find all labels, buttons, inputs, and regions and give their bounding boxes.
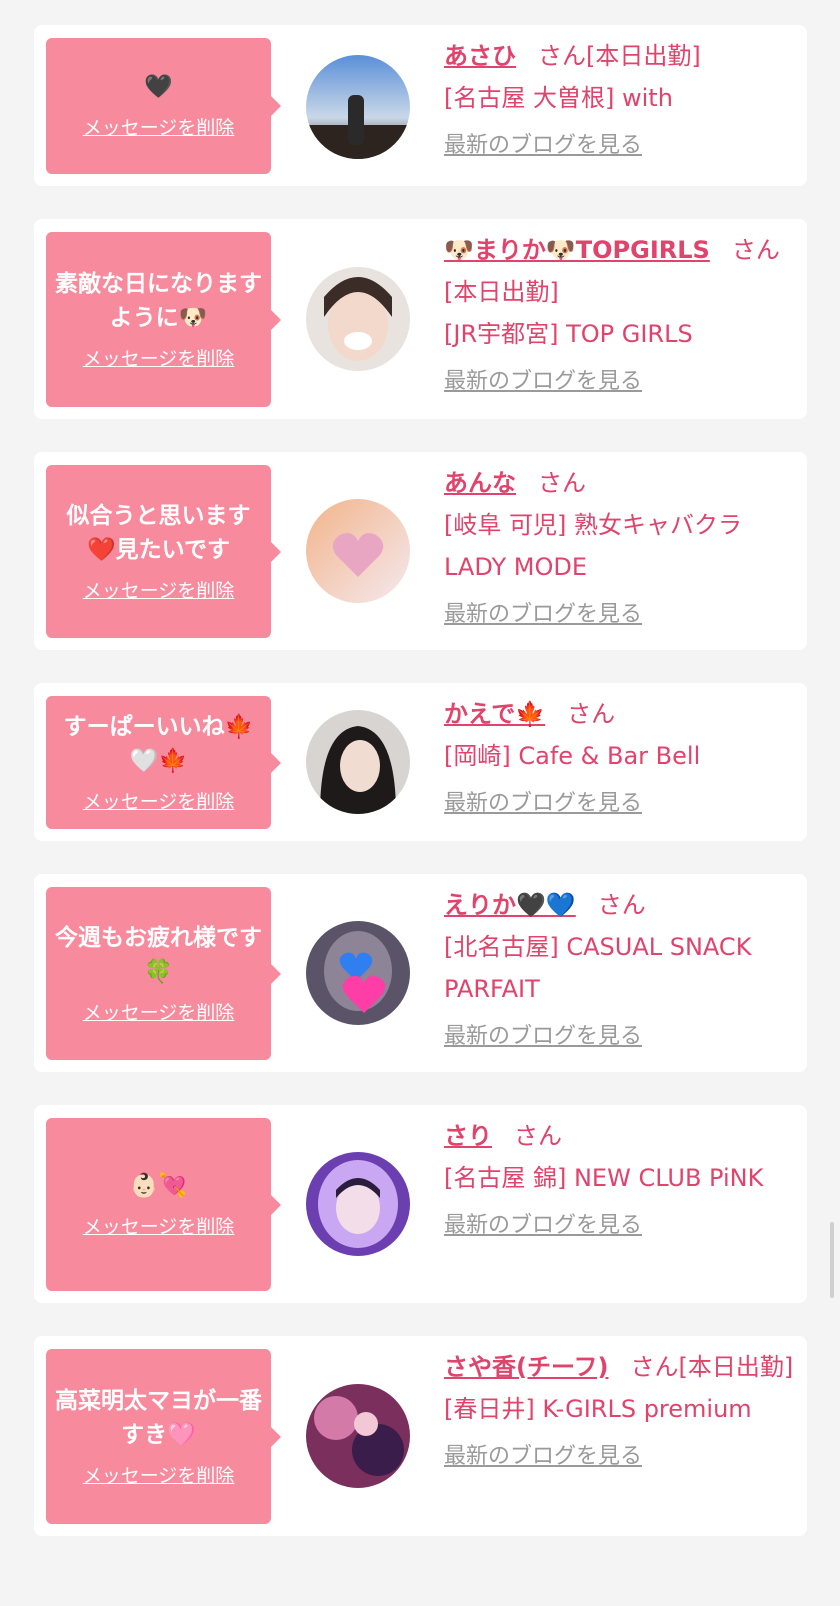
name-line: あさひ さん[本日出勤] <box>444 35 794 77</box>
status-text: [本日出勤] <box>586 42 701 70</box>
name-link[interactable]: 🐶まりか🐶TOPGIRLS <box>444 236 710 264</box>
blog-link[interactable]: 最新のブログを見る <box>444 1436 642 1478</box>
blog-link[interactable]: 最新のブログを見る <box>444 1205 642 1247</box>
delete-message-link[interactable]: メッセージを削除 <box>83 999 235 1027</box>
message-bubble: 🖤 メッセージを削除 <box>46 38 281 174</box>
message-bubble: 高菜明太マヨが一番すき🩷 メッセージを削除 <box>46 1349 281 1524</box>
blog-link[interactable]: 最新のブログを見る <box>444 361 642 403</box>
scrollbar[interactable] <box>830 1222 834 1298</box>
message-bubble: 👶🏻💘 メッセージを削除 <box>46 1118 281 1291</box>
name-line: あんな さん <box>444 462 794 504</box>
shop-text: [JR宇都宮] TOP GIRLS <box>444 320 693 348</box>
message-text: 素敵な日になりますように🐶 <box>55 270 262 331</box>
avatar[interactable] <box>306 1384 410 1488</box>
message-bubble: 似合うと思います❤️見たいです メッセージを削除 <box>46 465 281 638</box>
avatar[interactable] <box>306 55 410 159</box>
avatar[interactable] <box>306 710 410 814</box>
name-link[interactable]: あんな <box>444 469 516 497</box>
avatar[interactable] <box>306 921 410 1025</box>
card-info: えりか🖤💙 さん [北名古屋] CASUAL SNACK PARFAIT 最新のブ… <box>444 884 794 1058</box>
message-card: 👶🏻💘 メッセージを削除 さり さん [名古屋 錦] NEW CLUB PiNK … <box>34 1105 807 1303</box>
san-label: さん <box>538 42 586 70</box>
name-line: さり さん <box>444 1115 794 1157</box>
name-link[interactable]: さや香(チーフ) <box>444 1353 609 1381</box>
message-card: 似合うと思います❤️見たいです メッセージを削除 あんな さん [岐阜 可児] 熟… <box>34 452 807 650</box>
delete-message-link[interactable]: メッセージを削除 <box>83 577 235 605</box>
name-link[interactable]: さり <box>444 1122 492 1150</box>
blog-link[interactable]: 最新のブログを見る <box>444 1016 642 1058</box>
card-info: あさひ さん[本日出勤] [名古屋 大曽根] with 最新のブログを見る <box>444 35 794 167</box>
message-text: 👶🏻💘 <box>129 1172 188 1199</box>
message-text: 似合うと思います❤️見たいです <box>66 502 251 563</box>
delete-message-link[interactable]: メッセージを削除 <box>83 114 235 142</box>
message-bubble: 今週もお疲れ様です🍀 メッセージを削除 <box>46 887 281 1060</box>
message-card: 今週もお疲れ様です🍀 メッセージを削除 えりか🖤💙 さん [北名古屋] CASUA… <box>34 874 807 1072</box>
message-card: 素敵な日になりますように🐶 メッセージを削除 🐶まりか🐶TOPGIRLS さん [本… <box>34 219 807 419</box>
shop-text: [岐阜 可児] 熟女キャバクラ LADY MODE <box>444 511 742 581</box>
delete-message-link[interactable]: メッセージを削除 <box>83 788 235 816</box>
delete-message-link[interactable]: メッセージを削除 <box>83 345 235 373</box>
name-line: 🐶まりか🐶TOPGIRLS さん [本日出勤] <box>444 229 794 313</box>
message-bubble: すーぱーいいね🍁🤍🍁 メッセージを削除 <box>46 696 281 829</box>
san-label: さん <box>567 700 616 728</box>
message-text: 🖤 <box>144 74 173 100</box>
card-info: さや香(チーフ) さん[本日出勤] [春日井] K-GIRLS premium 最… <box>444 1346 794 1478</box>
shop-text: [名古屋 大曽根] with <box>444 84 673 112</box>
delete-message-link[interactable]: メッセージを削除 <box>83 1213 235 1241</box>
status-text: [本日出勤] <box>444 278 559 306</box>
san-label: さん <box>597 891 646 919</box>
message-text: 高菜明太マヨが一番すき🩷 <box>55 1387 262 1448</box>
message-text: 今週もお疲れ様です🍀 <box>55 924 262 985</box>
shop-text: [岡崎] Cafe & Bar Bell <box>444 742 701 770</box>
card-info: あんな さん [岐阜 可児] 熟女キャバクラ LADY MODE 最新のブログを見… <box>444 462 794 636</box>
name-line: かえで🍁 さん <box>444 693 794 735</box>
san-label: さん <box>731 236 780 264</box>
name-line: さや香(チーフ) さん[本日出勤] <box>444 1346 794 1388</box>
avatar[interactable] <box>306 1152 410 1256</box>
avatar[interactable] <box>306 267 410 371</box>
name-link[interactable]: えりか🖤💙 <box>444 891 576 919</box>
san-label: さん <box>630 1353 679 1381</box>
delete-message-link[interactable]: メッセージを削除 <box>83 1462 235 1490</box>
name-line: えりか🖤💙 さん <box>444 884 794 926</box>
blog-link[interactable]: 最新のブログを見る <box>444 594 642 636</box>
message-bubble: 素敵な日になりますように🐶 メッセージを削除 <box>46 232 281 407</box>
avatar[interactable] <box>306 499 410 603</box>
card-info: かえで🍁 さん [岡崎] Cafe & Bar Bell 最新のブログを見る <box>444 693 794 825</box>
message-card: 高菜明太マヨが一番すき🩷 メッセージを削除 さや香(チーフ) さん[本日出勤] [… <box>34 1336 807 1536</box>
message-card: すーぱーいいね🍁🤍🍁 メッセージを削除 かえで🍁 さん [岡崎] Cafe & B… <box>34 683 807 841</box>
shop-text: [北名古屋] CASUAL SNACK PARFAIT <box>444 933 752 1003</box>
message-card: 🖤 メッセージを削除 あさひ さん[本日出勤] [名古屋 大曽根] with 最新… <box>34 25 807 186</box>
card-info: 🐶まりか🐶TOPGIRLS さん[本日出勤] [JR宇都宮] TOP GIRLS … <box>444 229 794 403</box>
card-info: さり さん [名古屋 錦] NEW CLUB PiNK 最新のブログを見る <box>444 1115 794 1247</box>
san-label: さん <box>538 469 586 497</box>
shop-text: [名古屋 錦] NEW CLUB PiNK <box>444 1164 764 1192</box>
san-label: さん <box>514 1122 562 1150</box>
name-link[interactable]: かえで🍁 <box>444 700 545 728</box>
name-link[interactable]: あさひ <box>444 42 516 70</box>
blog-link[interactable]: 最新のブログを見る <box>444 783 642 825</box>
blog-link[interactable]: 最新のブログを見る <box>444 125 642 167</box>
shop-text: [春日井] K-GIRLS premium <box>444 1395 752 1423</box>
status-text: [本日出勤] <box>678 1353 794 1381</box>
message-text: すーぱーいいね🍁🤍🍁 <box>63 713 254 774</box>
